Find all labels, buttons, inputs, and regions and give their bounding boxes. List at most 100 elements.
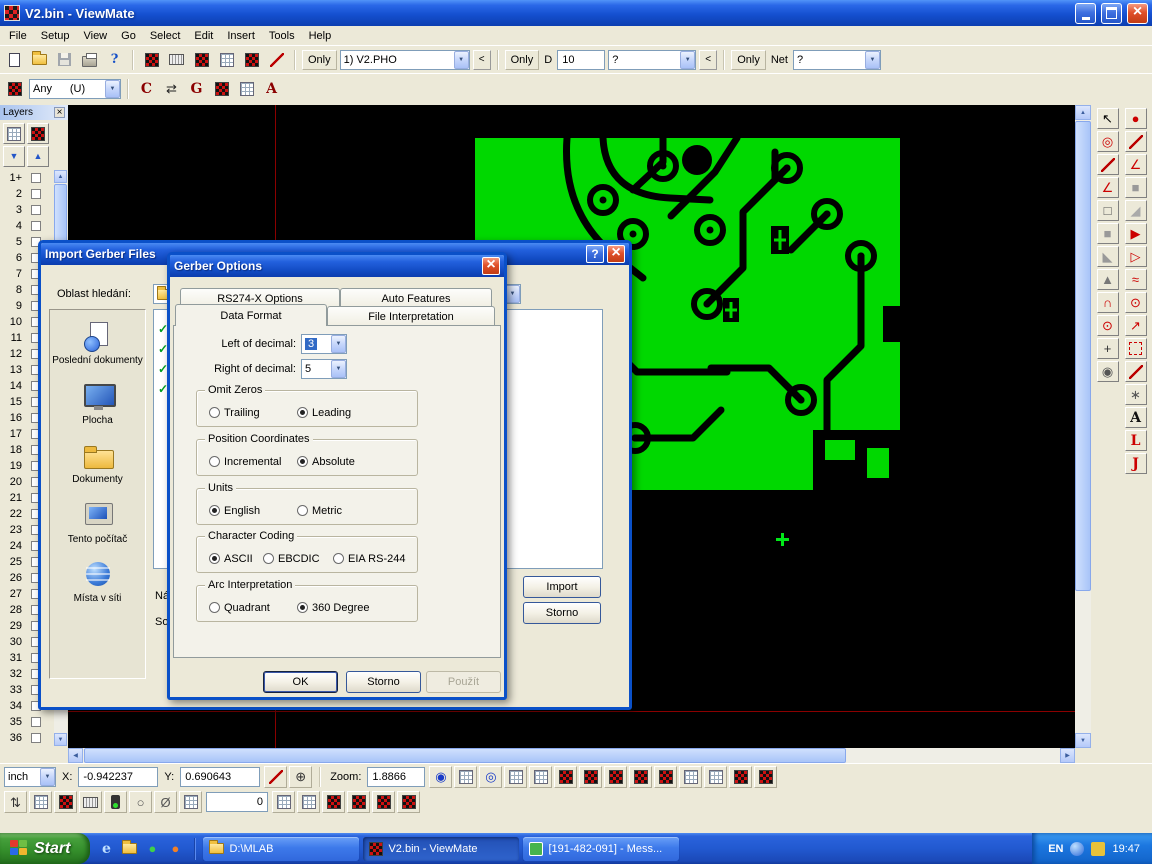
layer-row[interactable]: 4 bbox=[0, 218, 54, 234]
prev-dcode-button[interactable]: < bbox=[699, 50, 717, 70]
minimize-button[interactable] bbox=[1075, 3, 1096, 24]
horizontal-scrollbar[interactable] bbox=[68, 748, 1075, 763]
trace-segment-button[interactable] bbox=[1125, 131, 1147, 152]
chevron-down-icon[interactable] bbox=[105, 80, 120, 98]
save-file-button[interactable] bbox=[53, 48, 76, 71]
film-compare-button[interactable] bbox=[554, 766, 577, 788]
dcode-query-combo[interactable]: ? bbox=[608, 50, 696, 70]
mirror-tool-button[interactable]: ▲ bbox=[1097, 269, 1119, 290]
scrollbar-thumb[interactable] bbox=[1075, 121, 1091, 591]
grid-toggle-button[interactable] bbox=[179, 791, 202, 813]
radio-english[interactable]: English bbox=[209, 505, 297, 517]
swap-layers-button[interactable]: ⇅ bbox=[4, 791, 27, 813]
menu-view[interactable]: View bbox=[76, 28, 114, 44]
run-tool-button[interactable]: ▶ bbox=[1125, 223, 1147, 244]
measure-line-button[interactable] bbox=[265, 48, 288, 71]
chevron-down-icon[interactable] bbox=[40, 768, 55, 786]
chevron-down-icon[interactable] bbox=[680, 51, 695, 69]
green-app-button[interactable]: ● bbox=[142, 839, 162, 859]
print-button[interactable] bbox=[78, 48, 101, 71]
grid-snap-button[interactable] bbox=[679, 766, 702, 788]
fill-triangle-button[interactable]: ◢ bbox=[1125, 200, 1147, 221]
ok-button[interactable]: OK bbox=[263, 671, 338, 693]
pad-square-button[interactable]: ■ bbox=[1125, 177, 1147, 198]
radio-leading[interactable]: Leading bbox=[297, 407, 351, 419]
only-net-toggle[interactable]: Only bbox=[731, 50, 766, 70]
arc-tool-button[interactable]: ∩ bbox=[1097, 292, 1119, 313]
redraw-light-button[interactable] bbox=[104, 791, 127, 813]
radio-quadrant[interactable]: Quadrant bbox=[209, 602, 297, 614]
language-indicator[interactable]: EN bbox=[1048, 843, 1063, 855]
close-button[interactable] bbox=[1127, 3, 1148, 24]
measure-diagonal-button[interactable] bbox=[264, 766, 287, 788]
taskbar-task-viewmate[interactable]: V2.bin - ViewMate bbox=[363, 837, 519, 861]
layer-up-button[interactable] bbox=[27, 146, 49, 167]
pad-stack-button[interactable]: ◎ bbox=[1097, 131, 1119, 152]
select-pointer-button[interactable]: ↖ bbox=[1097, 108, 1119, 129]
scroll-up-icon[interactable] bbox=[1075, 105, 1091, 120]
query-a-button[interactable]: A bbox=[260, 77, 283, 100]
probe-button[interactable]: Ø bbox=[154, 791, 177, 813]
layer-visibility-box[interactable] bbox=[31, 205, 41, 215]
context-help-button[interactable] bbox=[103, 48, 126, 71]
scroll-left-icon[interactable] bbox=[68, 748, 83, 763]
outline-triangle-button[interactable]: ▷ bbox=[1125, 246, 1147, 267]
layer-row[interactable]: 3 bbox=[0, 202, 54, 218]
ruler-button[interactable] bbox=[79, 791, 102, 813]
tab-auto-features[interactable]: Auto Features bbox=[340, 288, 492, 308]
aperture-ruler-button[interactable] bbox=[165, 48, 188, 71]
target-tool-button[interactable]: ⊙ bbox=[1097, 315, 1119, 336]
swap-view-button[interactable]: ⇄ bbox=[160, 77, 183, 100]
layer-row[interactable]: 2 bbox=[0, 186, 54, 202]
dashed-select-button[interactable] bbox=[1125, 338, 1147, 359]
tab-file-interpretation[interactable]: File Interpretation bbox=[327, 306, 495, 326]
layer-row[interactable]: 1+ bbox=[0, 170, 54, 186]
radio-ascii[interactable]: ASCII bbox=[209, 553, 263, 565]
query-c-button[interactable]: C bbox=[135, 77, 158, 100]
menu-help[interactable]: Help bbox=[302, 28, 339, 44]
menu-setup[interactable]: Setup bbox=[34, 28, 77, 44]
help-button[interactable]: ? bbox=[586, 245, 604, 263]
only-layer-toggle[interactable]: Only bbox=[302, 50, 337, 70]
dcode-input[interactable]: 10 bbox=[557, 50, 605, 70]
layer-film-button[interactable] bbox=[27, 123, 49, 144]
film-pair-button[interactable] bbox=[210, 77, 233, 100]
layer-row[interactable]: 36 bbox=[0, 730, 54, 746]
text-tool-button[interactable]: A bbox=[1125, 407, 1147, 428]
film-or-button[interactable] bbox=[629, 766, 652, 788]
grid-origin-button[interactable] bbox=[297, 791, 320, 813]
vector-arrow-button[interactable]: ↗ bbox=[1125, 315, 1147, 336]
menu-file[interactable]: File bbox=[2, 28, 34, 44]
layer-l-button[interactable]: L bbox=[1125, 430, 1147, 451]
tray-app-icon[interactable] bbox=[1091, 842, 1105, 856]
chevron-down-icon[interactable] bbox=[331, 335, 346, 353]
join-j-button[interactable]: J bbox=[1125, 453, 1147, 474]
film-columns-button[interactable] bbox=[190, 48, 213, 71]
corner-trace-button[interactable]: ∠ bbox=[1125, 154, 1147, 175]
film-xor-button[interactable] bbox=[579, 766, 602, 788]
firefox-button[interactable]: ● bbox=[165, 839, 185, 859]
dialog-title-bar[interactable]: Gerber Options bbox=[170, 255, 504, 277]
grid-dots-button[interactable] bbox=[704, 766, 727, 788]
rectangle-tool-button[interactable]: □ bbox=[1097, 200, 1119, 221]
menu-edit[interactable]: Edit bbox=[187, 28, 220, 44]
film-c-button[interactable] bbox=[372, 791, 395, 813]
radio-incremental[interactable]: Incremental bbox=[209, 456, 297, 468]
film-a-button[interactable] bbox=[322, 791, 345, 813]
layer-table-button[interactable] bbox=[29, 791, 52, 813]
query-g-button[interactable]: G bbox=[185, 77, 208, 100]
layer-visibility-box[interactable] bbox=[31, 717, 41, 727]
place-documents[interactable]: Dokumenty bbox=[52, 441, 144, 486]
angle-tool-button[interactable]: ∠ bbox=[1097, 177, 1119, 198]
zoom-in-button[interactable]: ◉ bbox=[429, 766, 452, 788]
layer-visibility-box[interactable] bbox=[31, 189, 41, 199]
place-recent-documents[interactable]: Poslední dokumenty bbox=[52, 322, 144, 367]
vertical-scrollbar[interactable] bbox=[1075, 105, 1091, 748]
dcode-filter-combo[interactable]: Any (U) bbox=[29, 79, 121, 99]
zoom-window-button[interactable] bbox=[454, 766, 477, 788]
net-grid-button[interactable] bbox=[529, 766, 552, 788]
layers-panel-caption[interactable]: Layers bbox=[0, 105, 68, 120]
taskbar-task-messenger[interactable]: [191-482-091] - Mess... bbox=[523, 837, 679, 861]
only-dcode-toggle[interactable]: Only bbox=[505, 50, 540, 70]
grid-anchor-button[interactable] bbox=[272, 791, 295, 813]
